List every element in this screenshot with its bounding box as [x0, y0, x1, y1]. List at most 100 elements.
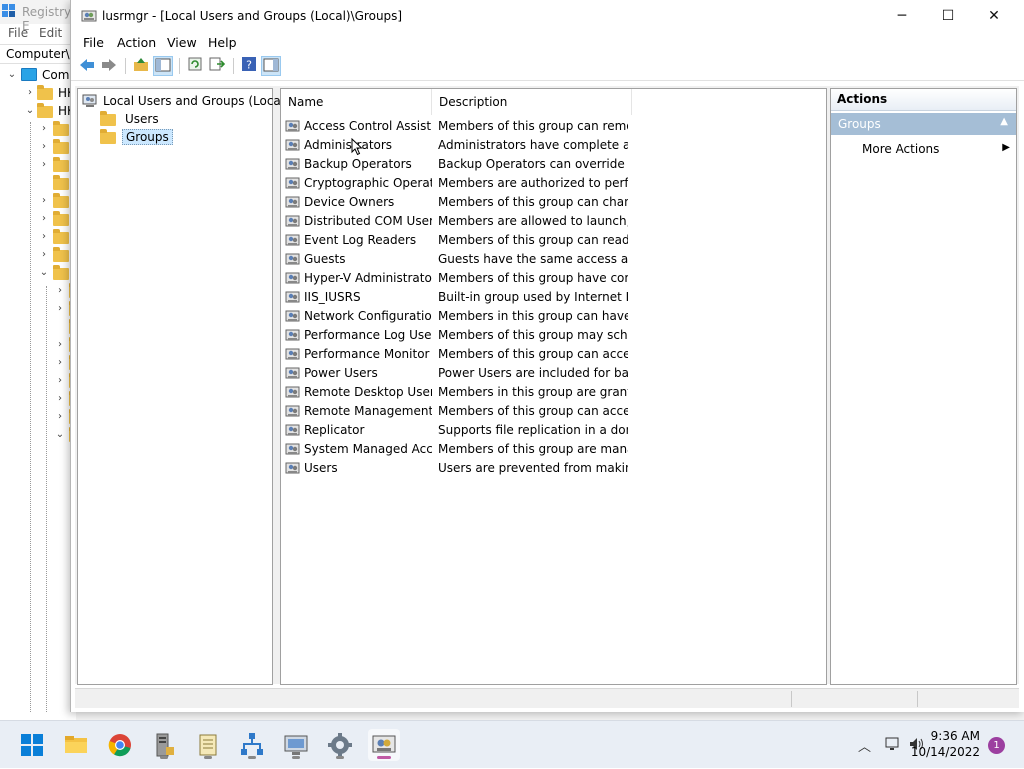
table-row[interactable]: Performance Log Users Members of this gro…	[285, 326, 825, 345]
table-row[interactable]: IIS_IUSRS Built-in group used by Internet…	[285, 288, 825, 307]
table-row[interactable]: Remote Management... Members of this grou…	[285, 402, 825, 421]
table-row[interactable]: Replicator Supports file replication in a…	[285, 421, 825, 440]
actions-section-groups[interactable]: Groups ▲	[831, 113, 1016, 135]
table-row[interactable]: Administrators Administrators have comple…	[285, 136, 825, 155]
registry-editor-window[interactable]: Registry E File Edit Computer\H ⌄ Comp ›…	[0, 0, 79, 720]
registry-subkey[interactable]: ›	[0, 210, 76, 228]
table-row[interactable]: Backup Operators Backup Operators can ove…	[285, 155, 825, 174]
status-segment	[75, 691, 792, 707]
chevron-right-icon[interactable]: ›	[24, 87, 36, 99]
registry-address-bar[interactable]: Computer\H	[0, 44, 79, 64]
registry-subkey[interactable]: ⌄	[0, 264, 76, 282]
chevron-up-icon[interactable]: ︿	[858, 736, 871, 755]
table-row[interactable]: Cryptographic Operat... Members are autho…	[285, 174, 825, 193]
registry-subkey[interactable]: ›	[0, 372, 76, 390]
registry-subkey[interactable]: ›	[0, 408, 76, 426]
chevron-right-icon[interactable]: ›	[38, 249, 50, 261]
chevron-right-icon[interactable]: ›	[54, 411, 66, 423]
menu-help[interactable]: Help	[208, 35, 237, 50]
menu-view[interactable]: View	[167, 35, 197, 50]
table-row[interactable]: Network Configuratio... Members in this g…	[285, 307, 825, 326]
clock[interactable]: 9:36 AM 10/14/2022	[911, 728, 980, 760]
more-actions-item[interactable]: More Actions ▶	[862, 142, 1012, 156]
registry-subkey[interactable]	[0, 318, 76, 336]
console-tree-icon[interactable]	[153, 56, 173, 76]
registry-subkey[interactable]: ›	[0, 246, 76, 264]
collapse-up-icon[interactable]: ▲	[1000, 116, 1008, 127]
table-row[interactable]: Device Owners Members of this group can c…	[285, 193, 825, 212]
table-row[interactable]: Access Control Assist... Members of this …	[285, 117, 825, 136]
notification-badge[interactable]: 1	[988, 737, 1005, 754]
chevron-right-icon[interactable]: ›	[38, 123, 50, 135]
action-pane-icon[interactable]	[261, 56, 281, 76]
minimize-button[interactable]: ─	[879, 0, 925, 32]
table-row[interactable]: Guests Guests have the same access as m..…	[285, 250, 825, 269]
network-icon[interactable]	[236, 729, 268, 761]
registry-subkey[interactable]: ›	[0, 192, 76, 210]
registry-tree-item-computer[interactable]: ⌄ Comp	[0, 66, 77, 84]
chevron-right-icon[interactable]: ›	[54, 357, 66, 369]
network-status-icon[interactable]	[884, 736, 902, 752]
close-button[interactable]: ✕	[971, 0, 1017, 32]
registry-tree-item-hk1[interactable]: › HK	[0, 84, 76, 102]
help-icon[interactable]: ?	[239, 56, 259, 76]
registry-subkey[interactable]: ›	[0, 336, 76, 354]
chevron-right-icon[interactable]: ›	[38, 213, 50, 225]
table-row[interactable]: Distributed COM Users Members are allowed…	[285, 212, 825, 231]
registry-subkey[interactable]: ›	[0, 354, 76, 372]
column-header-name[interactable]: Name	[281, 89, 432, 115]
registry-subkey[interactable]: ›	[0, 300, 76, 318]
registry-menu-edit[interactable]: Edit	[39, 26, 62, 40]
chevron-right-icon[interactable]: ›	[38, 159, 50, 171]
table-row[interactable]: Hyper-V Administrators Members of this gr…	[285, 269, 825, 288]
chevron-right-icon[interactable]: ›	[54, 303, 66, 315]
chevron-right-icon[interactable]: ›	[38, 195, 50, 207]
menu-file[interactable]: File	[83, 35, 104, 50]
lusrmgr-icon[interactable]	[368, 729, 400, 761]
registry-tree-item-hk2[interactable]: ⌄ HK	[0, 102, 76, 120]
notepad-icon[interactable]	[192, 729, 224, 761]
maximize-button[interactable]: ☐	[925, 0, 971, 32]
registry-menu-file[interactable]: File	[8, 26, 28, 40]
table-row[interactable]: System Managed Acc... Members of this gro…	[285, 440, 825, 459]
registry-subkey[interactable]: ⌄	[0, 426, 76, 444]
registry-title-bar[interactable]: Registry E	[0, 0, 76, 33]
server-manager-icon[interactable]	[148, 729, 180, 761]
file-explorer-icon[interactable]	[60, 729, 92, 761]
settings-icon[interactable]	[324, 729, 356, 761]
chrome-icon[interactable]	[104, 729, 136, 761]
running-indicator	[160, 756, 168, 759]
registry-subkey[interactable]: ›	[0, 228, 76, 246]
up-folder-icon[interactable]	[131, 56, 151, 76]
start-icon[interactable]	[16, 729, 48, 761]
chevron-right-icon[interactable]: ›	[38, 141, 50, 153]
chevron-right-icon[interactable]: ›	[38, 231, 50, 243]
remote-desktop-icon[interactable]	[280, 729, 312, 761]
registry-subkey[interactable]: ›	[0, 390, 76, 408]
registry-subkey[interactable]: ›	[0, 282, 76, 300]
chevron-right-icon[interactable]: ›	[54, 285, 66, 297]
chevron-down-icon[interactable]: ⌄	[54, 429, 66, 441]
chevron-right-icon[interactable]: ›	[54, 393, 66, 405]
table-row[interactable]: Power Users Power Users are included for …	[285, 364, 825, 383]
menu-action[interactable]: Action	[117, 35, 156, 50]
chevron-right-icon[interactable]: ›	[54, 375, 66, 387]
registry-subkey[interactable]: ›	[0, 156, 76, 174]
chevron-down-icon[interactable]: ⌄	[38, 267, 50, 279]
chevron-down-icon[interactable]: ⌄	[24, 105, 36, 117]
title-bar[interactable]: lusrmgr - [Local Users and Groups (Local…	[71, 0, 1024, 32]
registry-subkey[interactable]: ›	[0, 120, 76, 138]
table-row[interactable]: Performance Monitor ... Members of this g…	[285, 345, 825, 364]
registry-subkey[interactable]: ›	[0, 138, 76, 156]
column-header-description[interactable]: Description	[432, 89, 632, 115]
table-row[interactable]: Users Users are prevented from making ...	[285, 459, 825, 478]
back-arrow-icon[interactable]	[77, 56, 97, 76]
table-row[interactable]: Event Log Readers Members of this group c…	[285, 231, 825, 250]
refresh-icon[interactable]	[185, 56, 205, 76]
chevron-down-icon[interactable]: ⌄	[6, 69, 18, 81]
export-list-icon[interactable]	[207, 56, 227, 76]
chevron-right-icon[interactable]: ›	[54, 339, 66, 351]
registry-subkey[interactable]	[0, 174, 76, 192]
table-row[interactable]: Remote Desktop Users Members in this grou…	[285, 383, 825, 402]
forward-arrow-icon[interactable]	[99, 56, 119, 76]
